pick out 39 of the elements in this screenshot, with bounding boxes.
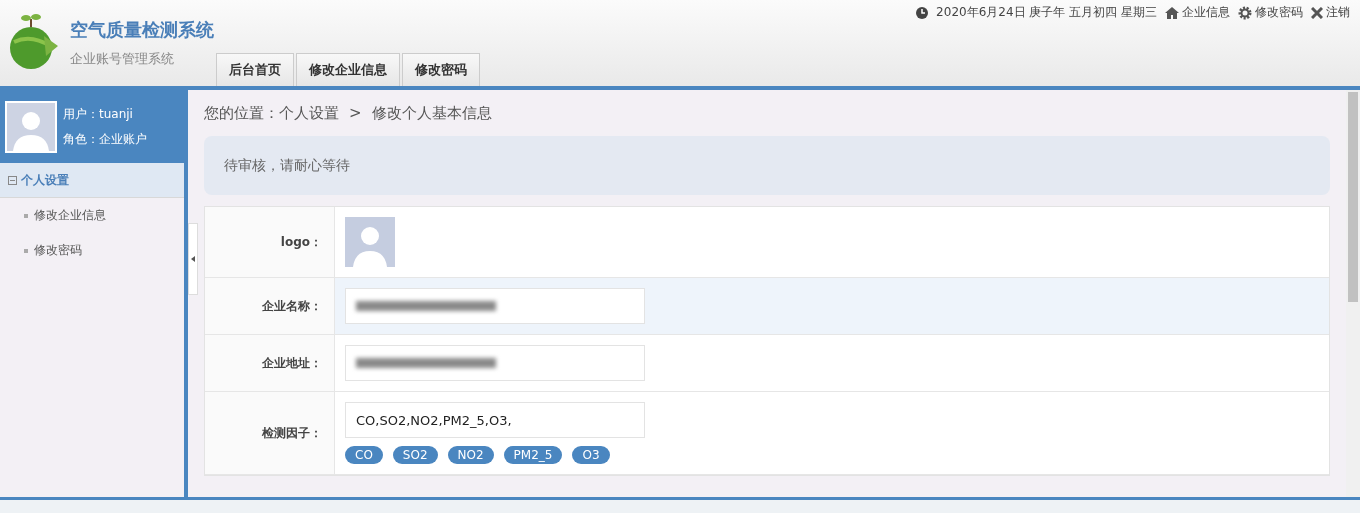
nav-tab[interactable]: 修改企业信息 — [296, 53, 400, 86]
app-title: 空气质量检测系统 — [70, 18, 214, 42]
sidebar-item[interactable]: 修改企业信息 — [0, 198, 184, 233]
factor-tag: CO — [345, 446, 383, 464]
scrollbar[interactable] — [1346, 90, 1360, 497]
factor-tag: PM2_5 — [503, 446, 563, 464]
factor-tag: O3 — [572, 446, 610, 464]
close-icon — [1311, 6, 1323, 19]
caret-icon — [191, 255, 195, 262]
logo-image-icon — [345, 217, 395, 267]
nav-tab[interactable]: 后台首页 — [216, 53, 294, 86]
field-label: 企业地址： — [262, 354, 322, 372]
factor-tag: NO2 — [447, 446, 494, 464]
header-link[interactable]: 注销 — [1326, 4, 1350, 21]
clock-icon — [916, 6, 929, 19]
breadcrumb-separator: > — [349, 104, 362, 122]
breadcrumb-item: 修改个人基本信息 — [371, 103, 492, 123]
collapse-icon — [8, 175, 17, 185]
field-label: 企业名称： — [262, 297, 322, 315]
home-icon — [1165, 6, 1179, 19]
field-label: logo： — [280, 233, 322, 251]
header-link[interactable]: 企业信息 — [1182, 4, 1230, 21]
text-field[interactable] — [345, 288, 645, 324]
breadcrumb-label: 您的位置：个人设置 — [204, 103, 339, 123]
text-field[interactable]: CO,SO2,NO2,PM2_5,O3, — [345, 402, 645, 438]
avatar-icon — [5, 100, 57, 153]
date-text: 2020年6月24日 庚子年 五月初四 星期三 — [936, 4, 1157, 21]
sidebar-item[interactable]: 修改密码 — [0, 233, 184, 268]
collapse-handle[interactable] — [188, 222, 198, 295]
settings-icon — [1238, 5, 1252, 20]
user-info: 用户：tuanji — [63, 105, 134, 123]
header-link[interactable]: 修改密码 — [1255, 4, 1303, 21]
factor-tag: SO2 — [392, 446, 438, 464]
nav-tab[interactable]: 修改密码 — [402, 53, 480, 86]
role-info: 角色：企业账户 — [63, 130, 147, 148]
field-label: 检测因子： — [262, 424, 322, 442]
app-subtitle: 企业账号管理系统 — [70, 50, 175, 68]
text-field[interactable] — [345, 345, 645, 381]
notice-banner: 待审核，请耐心等待 — [204, 136, 1330, 195]
